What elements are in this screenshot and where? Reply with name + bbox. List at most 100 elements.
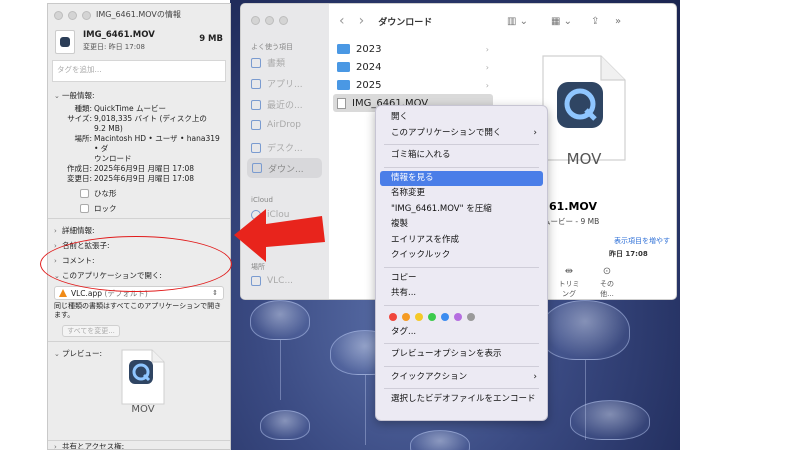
chevron-down-icon: ⌄ — [54, 350, 60, 358]
zoom-button[interactable] — [82, 10, 91, 20]
general-info-row: 種類: QuickTime ムービー — [54, 104, 224, 114]
menu-move-to-trash[interactable]: ゴミ箱に入れる — [380, 148, 543, 164]
general-info-row: 変更日: 2025年6月9日 月曜日 17:08 — [54, 174, 224, 184]
view-columns-icon[interactable]: ▥ ⌄ — [507, 16, 528, 27]
menu-show-preview-options[interactable]: プレビューオプションを表示 — [380, 347, 543, 363]
disk-icon — [251, 276, 261, 286]
tag-color-dot[interactable] — [428, 312, 436, 321]
preview-file-kind: ムービー - 9 MB — [543, 217, 600, 226]
updown-chevron-icon: ⇕ — [212, 289, 218, 297]
back-icon[interactable]: ‹ — [339, 13, 345, 29]
finder-toolbar: ‹ › ダウンロード ▥ ⌄ ▦ ⌄ ⇪ » — [329, 4, 676, 38]
more-action[interactable]: ⊙ その他... — [595, 266, 619, 299]
menu-quick-look[interactable]: クイックルック — [380, 248, 543, 264]
menu-open[interactable]: 開く — [380, 110, 543, 126]
finder-zoom-button[interactable] — [279, 16, 288, 25]
group-icon[interactable]: ▦ ⌄ — [551, 16, 572, 27]
tag-color-dot[interactable] — [389, 312, 397, 321]
info-key: 作成日: — [66, 164, 92, 173]
folder-icon — [337, 44, 350, 54]
menu-separator — [384, 365, 539, 367]
submenu-chevron-icon: › — [533, 371, 537, 382]
menu-compress[interactable]: "IMG_6461.MOV" を圧縮 — [380, 202, 543, 218]
info-value: 9.2 MB) — [94, 124, 123, 133]
general-section-toggle[interactable]: ⌄ 一般情報: — [54, 90, 224, 101]
chevron-right-icon: › — [485, 44, 489, 54]
info-titlebar: IMG_6461.MOVの情報 — [48, 4, 230, 26]
finder-close-button[interactable] — [251, 16, 260, 25]
chevron-right-icon: › — [485, 80, 489, 90]
menu-quick-actions[interactable]: クイックアクション › — [380, 370, 543, 386]
preview-ext-large: MOV — [566, 150, 602, 168]
download-icon — [252, 163, 262, 173]
tag-color-dot[interactable] — [441, 312, 449, 321]
general-info-row: 9.2 MB) — [54, 124, 224, 134]
sidebar-item-1[interactable]: アプリ... — [251, 77, 303, 90]
sidebar-item-4[interactable]: デスク... — [251, 141, 303, 154]
context-menu: 開く このアプリケーションで開く › ゴミ箱に入れる 情報を見る 名称変更 "IMG_646… — [375, 105, 548, 421]
vlc-cone-icon — [59, 289, 67, 297]
folder-row[interactable]: 2025 › — [337, 76, 493, 94]
sidebar-item-vlc[interactable]: VLC... — [251, 276, 293, 286]
general-info-row: サイズ: 9,018,335 バイト (ディスク上の — [54, 114, 224, 124]
general-info-row: 作成日: 2025年6月9日 月曜日 17:08 — [54, 164, 224, 174]
menu-get-info[interactable]: 情報を見る — [380, 170, 543, 186]
menu-separator — [384, 304, 539, 306]
change-all-button[interactable]: すべてを変更... — [62, 325, 120, 337]
menu-open-with[interactable]: このアプリケーションで開く › — [380, 126, 543, 142]
info-key — [54, 124, 94, 134]
locked-checkbox[interactable]: ロック — [80, 203, 224, 214]
folder-row[interactable]: 2024 › — [337, 58, 493, 76]
stationery-checkbox[interactable]: ひな形 — [80, 188, 224, 199]
menu-make-alias[interactable]: エイリアスを作成 — [380, 233, 543, 249]
show-more-link[interactable]: 表示項目を増やす — [614, 236, 670, 246]
submenu-chevron-icon: › — [533, 127, 537, 138]
red-arrow-annotation — [234, 209, 325, 262]
tag-color-dot[interactable] — [402, 312, 410, 321]
highlight-oval — [40, 236, 232, 292]
sidebar-item-5[interactable]: ダウン... — [247, 158, 322, 178]
menu-encode-video[interactable]: 選択したビデオファイルをエンコード — [380, 392, 543, 408]
finder-title: ダウンロード — [378, 17, 433, 28]
close-button[interactable] — [54, 10, 63, 20]
forward-icon[interactable]: › — [359, 13, 365, 29]
tag-color-dot[interactable] — [467, 312, 475, 321]
info-header: IMG_6461.MOV 変更日: 昨日 17:08 9 MB — [48, 26, 230, 60]
menu-separator — [384, 343, 539, 344]
chevron-right-icon: › — [54, 443, 57, 450]
info-key — [54, 154, 94, 164]
apps-icon — [251, 78, 261, 89]
sidebar-item-0[interactable]: 書類 — [251, 56, 285, 69]
sidebar-item-2[interactable]: 最近の... — [251, 98, 303, 111]
trim-action[interactable]: ⇹ トリミング — [557, 266, 581, 299]
menu-separator — [384, 144, 539, 145]
menu-copy[interactable]: コピー — [380, 271, 543, 287]
finder-minimize-button[interactable] — [265, 16, 274, 25]
menu-separator — [384, 266, 539, 268]
share-icon[interactable]: ⇪ — [591, 16, 599, 27]
desktop-icon — [251, 142, 261, 153]
mov-preview-icon — [121, 349, 165, 405]
more-chevron-icon[interactable]: » — [615, 16, 621, 27]
menu-separator — [384, 388, 539, 389]
file-size: 9 MB — [199, 34, 223, 44]
tag-color-dot[interactable] — [415, 312, 423, 321]
favorites-header: よく使う項目 — [251, 43, 293, 51]
menu-tags[interactable]: タグ... — [380, 325, 543, 341]
menu-rename[interactable]: 名称変更 — [380, 186, 543, 202]
info-value: 2025年6月9日 月曜日 17:08 — [94, 174, 195, 183]
sharing-toggle[interactable]: › 共有とアクセス権: — [48, 439, 130, 450]
minimize-button[interactable] — [68, 10, 77, 20]
folder-row[interactable]: 2023 › — [337, 40, 493, 58]
tag-color-dot[interactable] — [454, 312, 462, 321]
general-info-row: 場所: Macintosh HD • ユーザ • hana319 • ダ — [54, 134, 224, 154]
tag-input[interactable]: タグを追加... — [52, 60, 226, 82]
chevron-right-icon: › — [485, 62, 489, 72]
info-value: QuickTime ムービー — [94, 104, 166, 113]
file-list: 2023 › 2024 › 2025 › IMG_6461.MOV — [333, 40, 493, 112]
menu-share[interactable]: 共有... — [380, 286, 543, 302]
clock-icon — [251, 99, 261, 110]
menu-duplicate[interactable]: 複製 — [380, 217, 543, 233]
sidebar-item-3[interactable]: AirDrop — [251, 120, 301, 130]
info-value: 9,018,335 バイト (ディスク上の — [94, 114, 207, 123]
